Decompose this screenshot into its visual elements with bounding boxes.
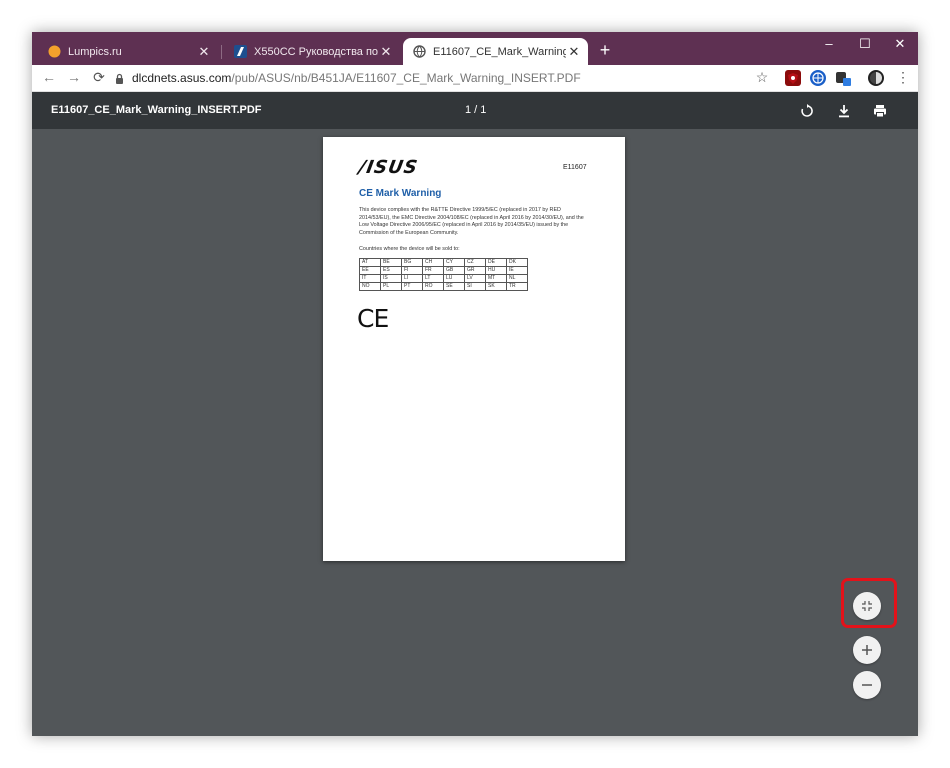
close-icon[interactable]: ✕	[378, 44, 394, 60]
bookmark-star-icon[interactable]: ☆	[753, 69, 771, 86]
asus-logo: /ISUS	[357, 157, 420, 178]
close-window-icon[interactable]: ✕	[890, 36, 910, 52]
country-cell: GB	[443, 266, 465, 275]
back-arrow-icon[interactable]: ←	[40, 69, 58, 85]
zoom-out-button[interactable]	[853, 671, 881, 699]
country-cell: DE	[485, 258, 507, 267]
country-cell: HU	[485, 266, 507, 275]
countries-label: Countries where the device will be sold …	[359, 246, 460, 252]
ublock-shield-icon[interactable]	[785, 70, 801, 86]
globe-icon	[413, 45, 426, 58]
country-cell: LI	[401, 274, 423, 283]
tab-title: Lumpics.ru	[68, 45, 122, 58]
country-cell: SI	[464, 282, 486, 291]
minimize-icon[interactable]: –	[819, 36, 839, 51]
country-cell: TR	[506, 282, 528, 291]
extension-badge-icon[interactable]	[835, 70, 851, 86]
document-body-text: This device complies with the R&TTE Dire…	[359, 207, 584, 236]
table-row: AT BE BG CH CY CZ DE DK	[359, 258, 528, 267]
tab-asus-manuals[interactable]: X550CC Руководства пользователя ✕	[224, 38, 400, 65]
country-cell: PT	[401, 282, 423, 291]
country-cell: LV	[464, 274, 486, 283]
tab-title: E11607_CE_Mark_Warning_INSERT.PDF	[433, 45, 566, 58]
document-heading: CE Mark Warning	[359, 188, 442, 199]
rotate-icon[interactable]	[797, 101, 817, 121]
plus-icon	[862, 645, 872, 655]
highlight-annotation	[841, 578, 897, 628]
country-cell: SK	[485, 282, 507, 291]
pdf-toolbar: E11607_CE_Mark_Warning_INSERT.PDF 1 / 1	[32, 92, 918, 129]
country-cell: LU	[443, 274, 465, 283]
country-cell: GR	[464, 266, 486, 275]
print-icon[interactable]	[870, 101, 890, 121]
tab-strip: Lumpics.ru ✕ X550CC Руководства пользова…	[32, 32, 918, 65]
lock-icon	[115, 73, 124, 84]
country-cell: CY	[443, 258, 465, 267]
country-cell: SE	[443, 282, 465, 291]
avatar[interactable]	[868, 70, 884, 86]
asus-icon	[234, 45, 247, 58]
tab-title: X550CC Руководства пользователя	[254, 45, 378, 58]
kebab-menu-icon[interactable]: ⋮	[894, 69, 912, 86]
reload-icon[interactable]: ⟳	[90, 69, 108, 86]
country-cell: CZ	[464, 258, 486, 267]
browser-toolbar: ← → ⟳ dlcdnets.asus.com/pub/ASUS/nb/B451…	[32, 65, 918, 92]
country-cell: MT	[485, 274, 507, 283]
minus-icon	[862, 684, 872, 686]
country-cell: PL	[380, 282, 402, 291]
country-cell: FI	[401, 266, 423, 275]
document-id: E11607	[563, 164, 587, 171]
country-cell: CH	[422, 258, 444, 267]
download-icon[interactable]	[834, 101, 854, 121]
globe-extension-icon[interactable]	[810, 70, 826, 86]
tab-divider	[221, 45, 222, 59]
url-path: /pub/ASUS/nb/B451JA/E11607_CE_Mark_Warni…	[231, 71, 581, 85]
browser-window: Lumpics.ru ✕ X550CC Руководства пользова…	[32, 32, 918, 736]
countries-table: AT BE BG CH CY CZ DE DK EE ES FI FR GB G…	[359, 258, 528, 291]
ce-mark: CE	[357, 304, 389, 333]
zoom-in-button[interactable]	[853, 636, 881, 664]
country-cell: BG	[401, 258, 423, 267]
country-cell: AT	[359, 258, 381, 267]
country-cell: ES	[380, 266, 402, 275]
page-indicator: 1 / 1	[465, 104, 487, 116]
country-cell: RO	[422, 282, 444, 291]
orange-circle-icon	[48, 45, 61, 58]
forward-arrow-icon[interactable]: →	[65, 69, 83, 85]
country-cell: NO	[359, 282, 381, 291]
tab-pdf[interactable]: E11607_CE_Mark_Warning_INSERT.PDF ✕	[403, 38, 588, 65]
country-cell: IT	[359, 274, 381, 283]
country-cell: NL	[506, 274, 528, 283]
country-cell: DK	[506, 258, 528, 267]
country-cell: BE	[380, 258, 402, 267]
table-row: IT IS LI LT LU LV MT NL	[359, 274, 528, 283]
table-row: NO PL PT RO SE SI SK TR	[359, 282, 528, 291]
close-icon[interactable]: ✕	[196, 44, 212, 60]
country-cell: IS	[380, 274, 402, 283]
country-cell: FR	[422, 266, 444, 275]
country-cell: EE	[359, 266, 381, 275]
tab-lumpics[interactable]: Lumpics.ru ✕	[38, 38, 218, 65]
address-bar[interactable]: dlcdnets.asus.com/pub/ASUS/nb/B451JA/E11…	[115, 68, 775, 88]
country-cell: LT	[422, 274, 444, 283]
maximize-icon[interactable]: ☐	[855, 36, 875, 52]
url-host: dlcdnets.asus.com	[132, 71, 232, 85]
pdf-file-title: E11607_CE_Mark_Warning_INSERT.PDF	[51, 104, 262, 116]
country-cell: IE	[506, 266, 528, 275]
table-row: EE ES FI FR GB GR HU IE	[359, 266, 528, 275]
close-icon[interactable]: ✕	[566, 44, 582, 60]
pdf-page: /ISUS E11607 CE Mark Warning This device…	[323, 137, 625, 561]
new-tab-button[interactable]: +	[595, 40, 615, 61]
